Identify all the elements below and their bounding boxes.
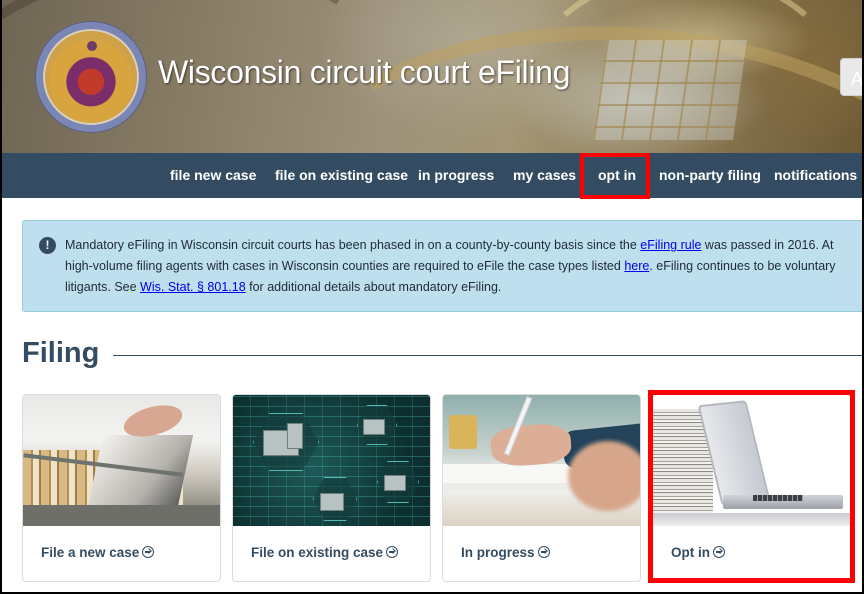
card-label: File on existing case	[251, 545, 384, 560]
image-detail	[449, 415, 477, 449]
arrow-circle-right-icon	[142, 546, 155, 558]
folder-icon	[384, 475, 406, 491]
arrow-circle-right-icon	[713, 546, 725, 558]
alert-text: Mandatory eFiling in Wisconsin circuit c…	[65, 238, 641, 252]
case-types-here-link[interactable]: here	[624, 259, 649, 273]
alert-line-1: Mandatory eFiling in Wisconsin circuit c…	[65, 235, 864, 256]
card-in-progress[interactable]: In progress	[442, 394, 641, 582]
alert-line-3: litigants. See Wis. Stat. § 801.18 for a…	[65, 277, 864, 298]
arrow-circle-right-icon	[537, 546, 550, 558]
circuit-folders-image	[233, 395, 430, 526]
folder-icon	[363, 419, 385, 435]
court-seal-logo[interactable]	[36, 22, 146, 132]
wis-stat-801-18-link[interactable]: Wis. Stat. § 801.18	[140, 280, 246, 294]
image-detail	[489, 422, 573, 468]
mandatory-efiling-alert: ! Mandatory eFiling in Wisconsin circuit…	[22, 220, 864, 312]
header-banner: Wisconsin circuit court eFiling A	[0, 0, 864, 153]
nav-my-cases[interactable]: my cases	[513, 153, 576, 198]
alert-text: high-volume filing agents with cases in …	[65, 259, 625, 273]
alert-line-2: high-volume filing agents with cases in …	[65, 256, 864, 277]
arrow-circle-right-icon	[386, 546, 399, 558]
card-label: Opt in	[671, 545, 710, 560]
nav-non-party-filing[interactable]: non-party filing	[659, 153, 761, 198]
image-detail	[653, 513, 850, 526]
alert-text: was passed in 2016. At	[701, 238, 834, 252]
card-file-new-case[interactable]: File a new case	[22, 394, 221, 582]
header-action-button[interactable]: A	[840, 58, 864, 96]
nav-file-on-existing-case[interactable]: file on existing case	[275, 153, 408, 198]
card-link[interactable]: File a new case	[41, 545, 155, 560]
alert-text: . eFiling continues to be voluntary	[649, 259, 836, 273]
card-label: In progress	[461, 545, 535, 560]
nav-file-new-case[interactable]: file new case	[170, 153, 256, 198]
folder-icon	[320, 493, 344, 511]
card-label: File a new case	[41, 545, 140, 560]
section-divider	[113, 355, 864, 356]
card-link[interactable]: Opt in	[671, 545, 725, 560]
nav-in-progress[interactable]: in progress	[418, 153, 494, 198]
nav-notifications[interactable]: notifications	[774, 153, 857, 198]
alert-message: Mandatory eFiling in Wisconsin circuit c…	[65, 235, 864, 298]
hand-writing-image	[443, 395, 640, 526]
image-detail	[753, 495, 803, 501]
document-icon	[287, 423, 303, 449]
card-opt-in[interactable]: Opt in	[652, 394, 851, 582]
image-detail	[23, 505, 220, 526]
alert-text: for additional details about mandatory e…	[245, 280, 502, 294]
card-link[interactable]: File on existing case	[251, 545, 399, 560]
card-file-on-existing-case[interactable]: File on existing case	[232, 394, 431, 582]
section-title-filing: Filing	[22, 337, 100, 369]
seal-figure-icon	[87, 41, 97, 51]
main-nav: file new case file on existing case in p…	[0, 153, 864, 198]
alert-text: litigants. See	[65, 280, 141, 294]
card-link[interactable]: In progress	[461, 545, 550, 560]
skylight-decoration	[592, 40, 748, 140]
nav-opt-in[interactable]: opt in	[598, 153, 636, 198]
image-detail	[568, 441, 640, 511]
efiling-rule-link[interactable]: eFiling rule	[640, 238, 701, 252]
filing-cabinet-image	[23, 395, 220, 526]
exclamation-circle-icon: !	[39, 237, 56, 254]
laptop-papers-image	[653, 395, 850, 526]
site-title[interactable]: Wisconsin circuit court eFiling	[158, 54, 570, 91]
